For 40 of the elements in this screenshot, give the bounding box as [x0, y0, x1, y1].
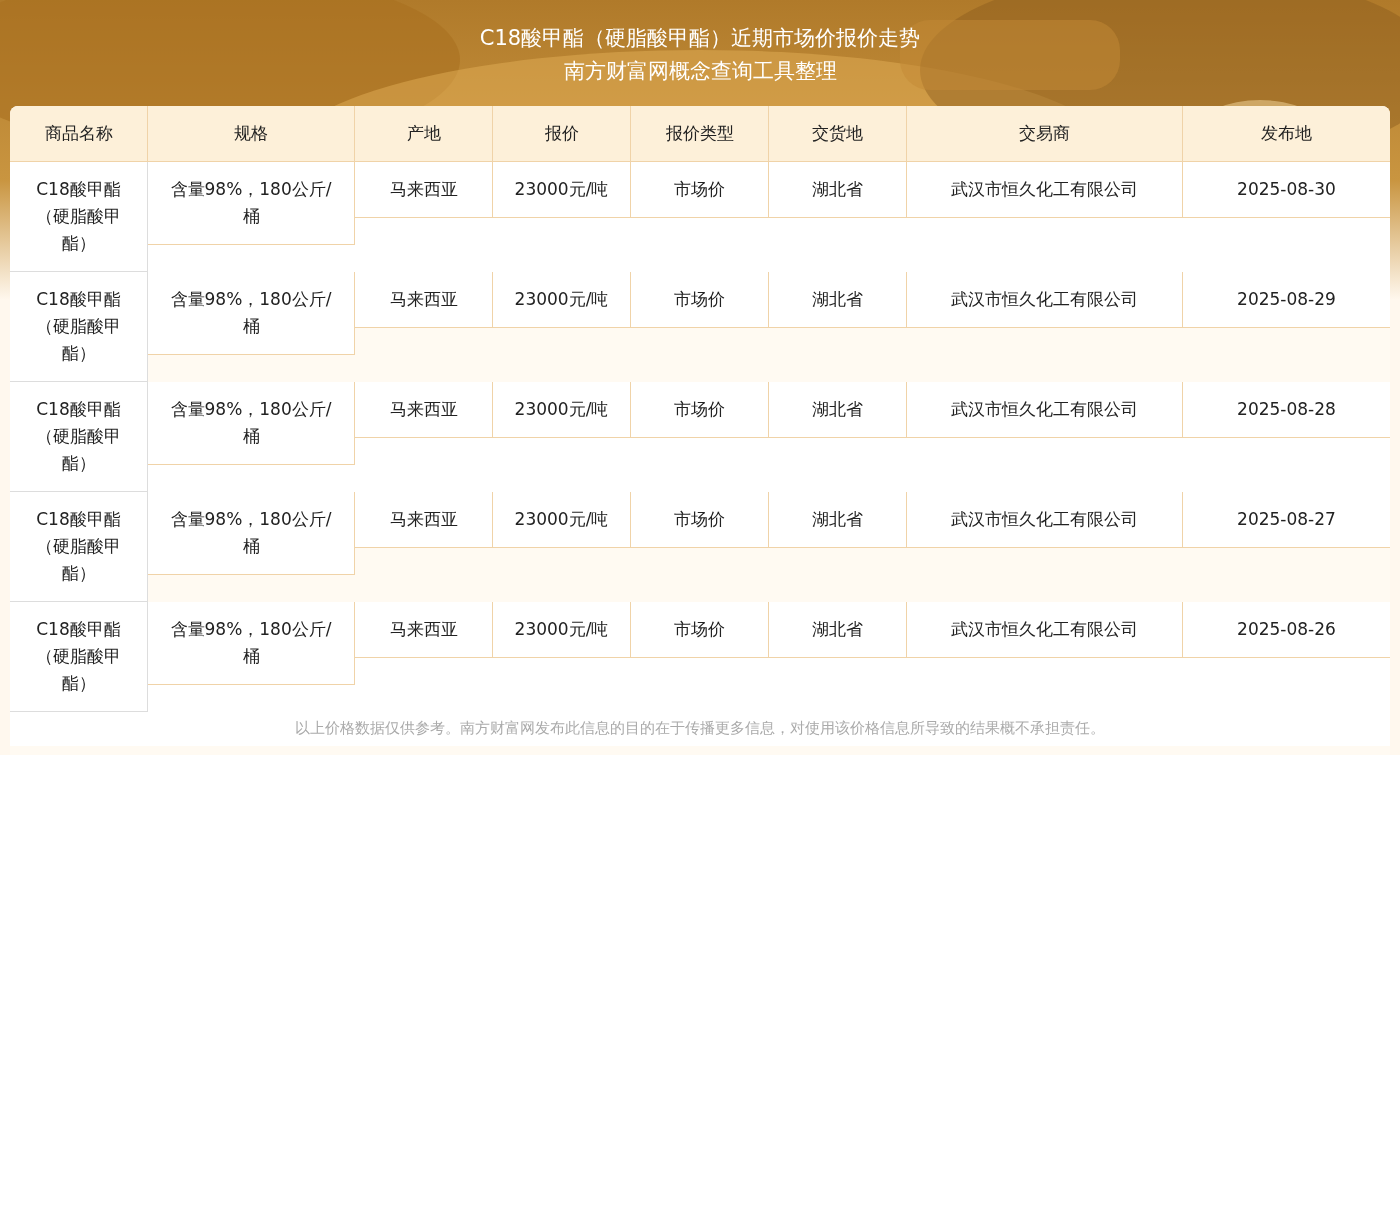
table-cell: 23000元/吨: [493, 272, 631, 328]
table-cell: 含量98%，180公斤/桶: [148, 602, 355, 685]
table-cell: 武汉市恒久化工有限公司: [907, 602, 1183, 658]
table-cell: 2025-08-29: [1183, 272, 1390, 328]
page-subtitle: 南方财富网概念查询工具整理: [563, 58, 837, 85]
table-cell: 含量98%，180公斤/桶: [148, 162, 355, 245]
table-cell: 23000元/吨: [493, 382, 631, 438]
table-cell: 马来西亚: [355, 272, 493, 328]
table-cell: 含量98%，180公斤/桶: [148, 492, 355, 575]
table-cell: 武汉市恒久化工有限公司: [907, 162, 1183, 218]
table-cell: 湖北省: [769, 602, 907, 658]
table-cell: 武汉市恒久化工有限公司: [907, 272, 1183, 328]
table-cell: 市场价: [631, 272, 769, 328]
table-cell: C18酸甲酯（硬脂酸甲酯）: [10, 272, 148, 382]
table-cell: 湖北省: [769, 382, 907, 438]
table-cell: C18酸甲酯（硬脂酸甲酯）: [10, 162, 148, 272]
table-cell: 23000元/吨: [493, 492, 631, 548]
table-cell: 湖北省: [769, 272, 907, 328]
table-cell: 马来西亚: [355, 382, 493, 438]
disclaimer: 以上价格数据仅供参考。南方财富网发布此信息的目的在于传播更多信息，对使用该价格信息所导致的结果概不承担责任。: [295, 719, 1105, 737]
page-title: C18酸甲酯（硬脂酸甲酯）近期市场价报价走势: [479, 25, 921, 52]
table-cell: 市场价: [631, 492, 769, 548]
table-cell: 含量98%，180公斤/桶: [148, 272, 355, 355]
table-cell: C18酸甲酯（硬脂酸甲酯）: [10, 602, 148, 712]
table-cell: 市场价: [631, 602, 769, 658]
table-cell: 武汉市恒久化工有限公司: [907, 382, 1183, 438]
table-cell: 马来西亚: [355, 162, 493, 218]
table-cell: C18酸甲酯（硬脂酸甲酯）: [10, 382, 148, 492]
table-cell: 市场价: [631, 162, 769, 218]
table-cell: 马来西亚: [355, 602, 493, 658]
table-cell: C18酸甲酯（硬脂酸甲酯）: [10, 492, 148, 602]
table-cell: 含量98%，180公斤/桶: [148, 382, 355, 465]
table-cell: 武汉市恒久化工有限公司: [907, 492, 1183, 548]
table-cell: 马来西亚: [355, 492, 493, 548]
table-cell: 23000元/吨: [493, 162, 631, 218]
table-cell: 市场价: [631, 382, 769, 438]
table-cell: 湖北省: [769, 162, 907, 218]
table-cell: 湖北省: [769, 492, 907, 548]
table-cell: 2025-08-27: [1183, 492, 1390, 548]
table-cell: 23000元/吨: [493, 602, 631, 658]
